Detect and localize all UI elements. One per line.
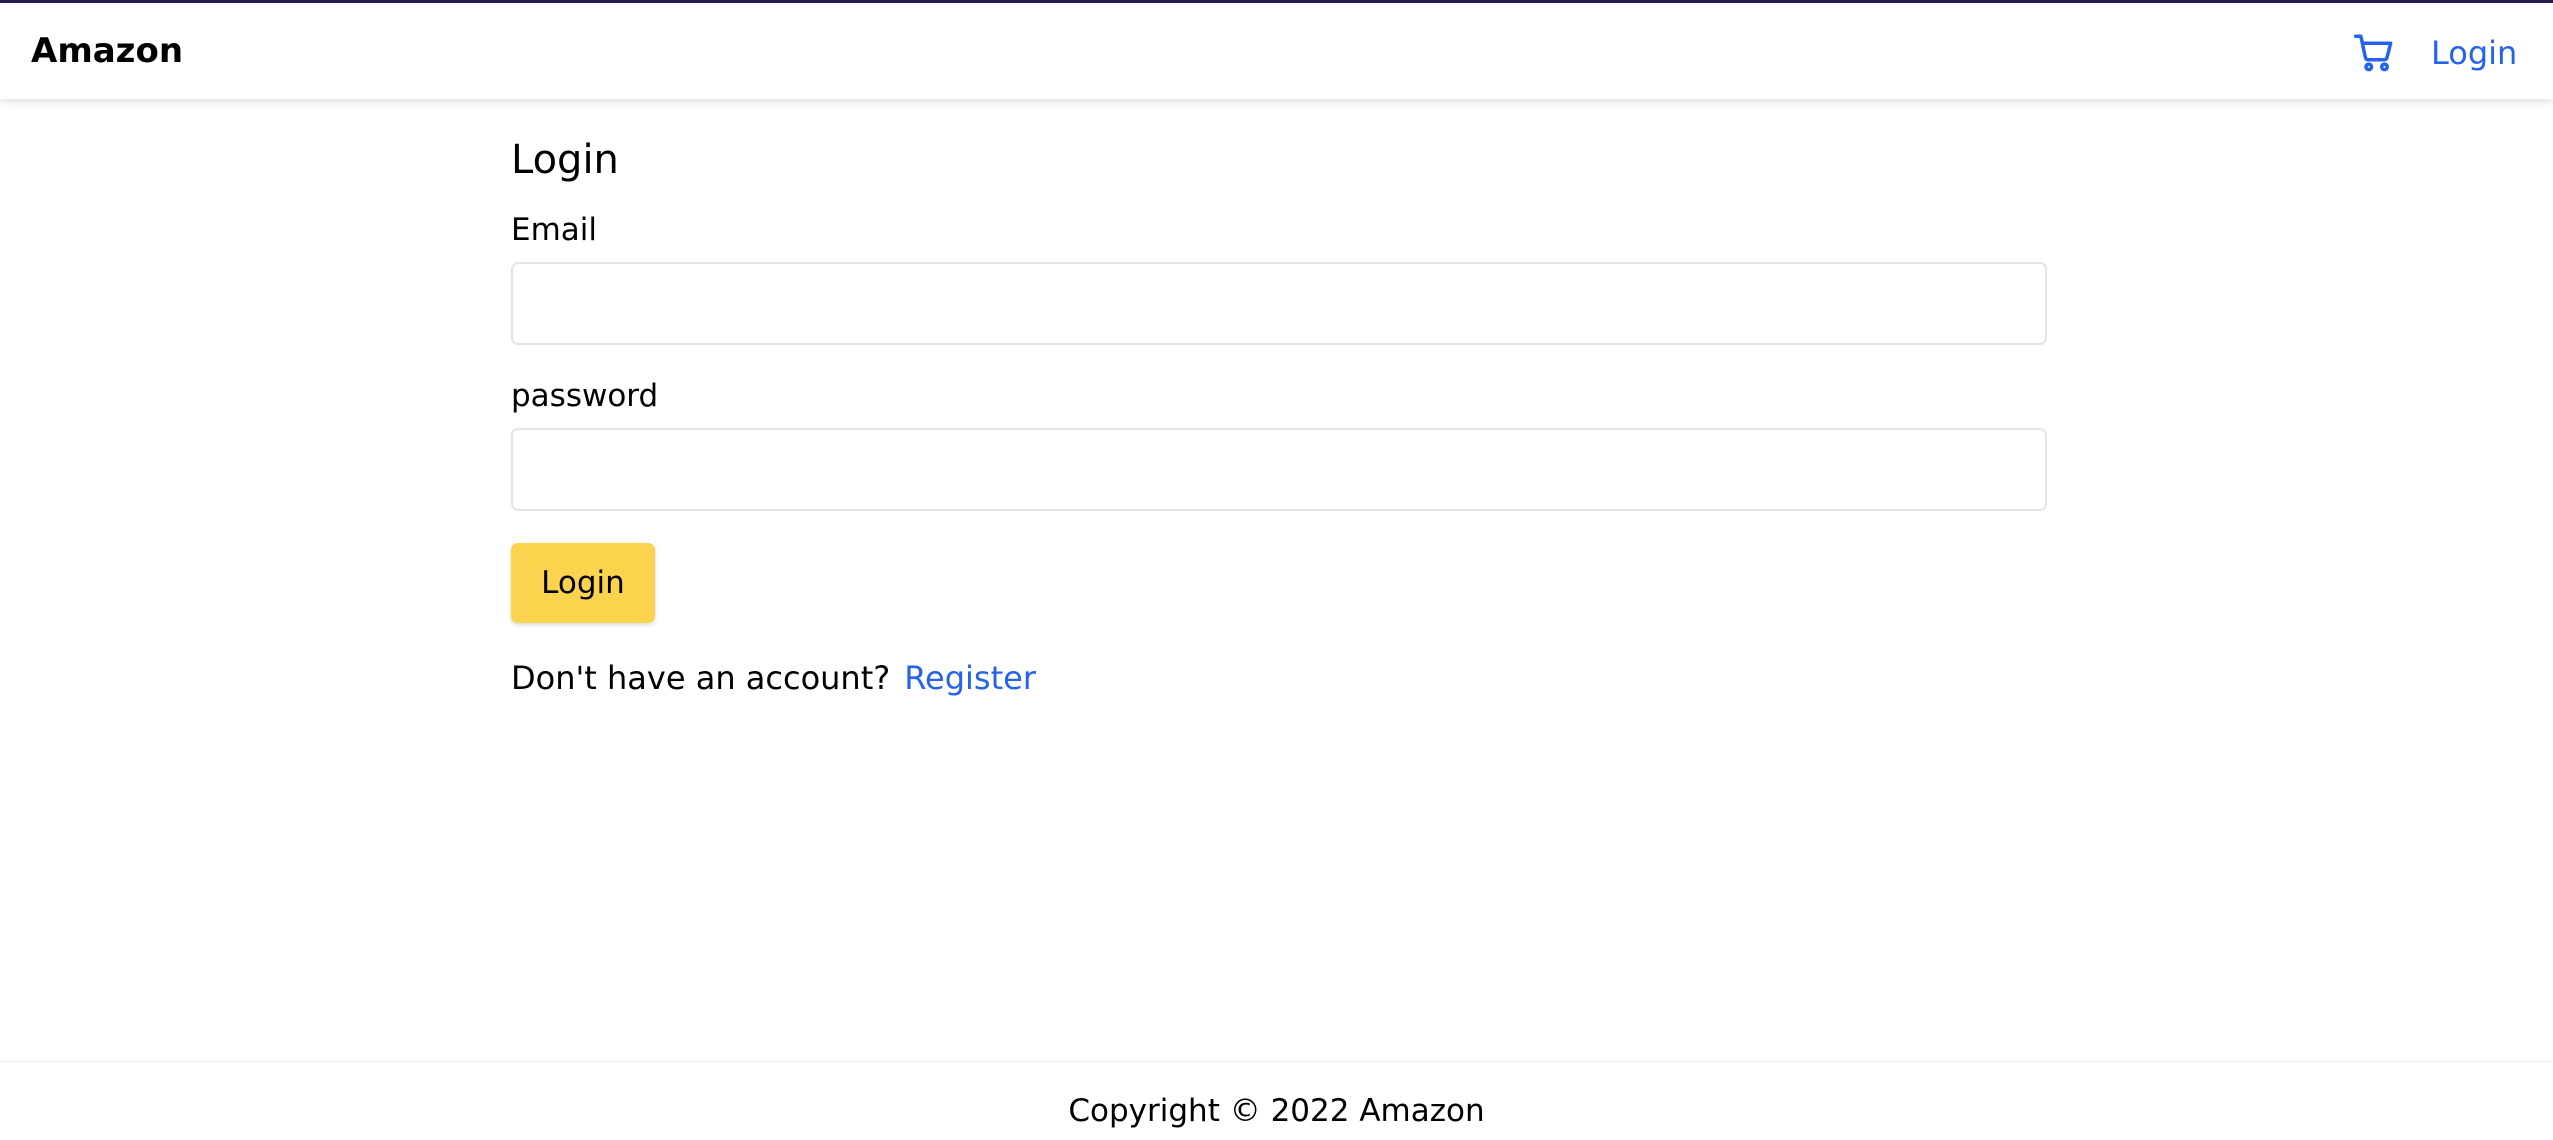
register-prompt: Don't have an account? xyxy=(511,659,891,697)
brand-link[interactable]: Amazon xyxy=(31,31,183,71)
password-label: password xyxy=(511,378,659,414)
navbar: Amazon Login xyxy=(0,3,2553,99)
copyright-text: Copyright © 2022 Amazon xyxy=(1068,1093,1485,1129)
cart-button[interactable] xyxy=(2352,31,2396,73)
page-title: Login xyxy=(511,137,619,183)
page: Amazon Login Login Email password Login … xyxy=(0,0,2553,1140)
login-submit-button[interactable]: Login xyxy=(511,543,655,623)
password-field[interactable] xyxy=(511,428,2047,511)
email-field[interactable] xyxy=(511,262,2047,345)
footer: Copyright © 2022 Amazon xyxy=(0,1063,2553,1140)
register-row: Don't have an account? Register xyxy=(511,658,2047,698)
register-link[interactable]: Register xyxy=(904,659,1036,697)
shopping-cart-icon xyxy=(2353,34,2393,72)
login-form-container: Login Email password Login Don't have an… xyxy=(511,130,2047,698)
email-label: Email xyxy=(511,212,598,248)
nav-login-link[interactable]: Login xyxy=(2431,33,2517,73)
